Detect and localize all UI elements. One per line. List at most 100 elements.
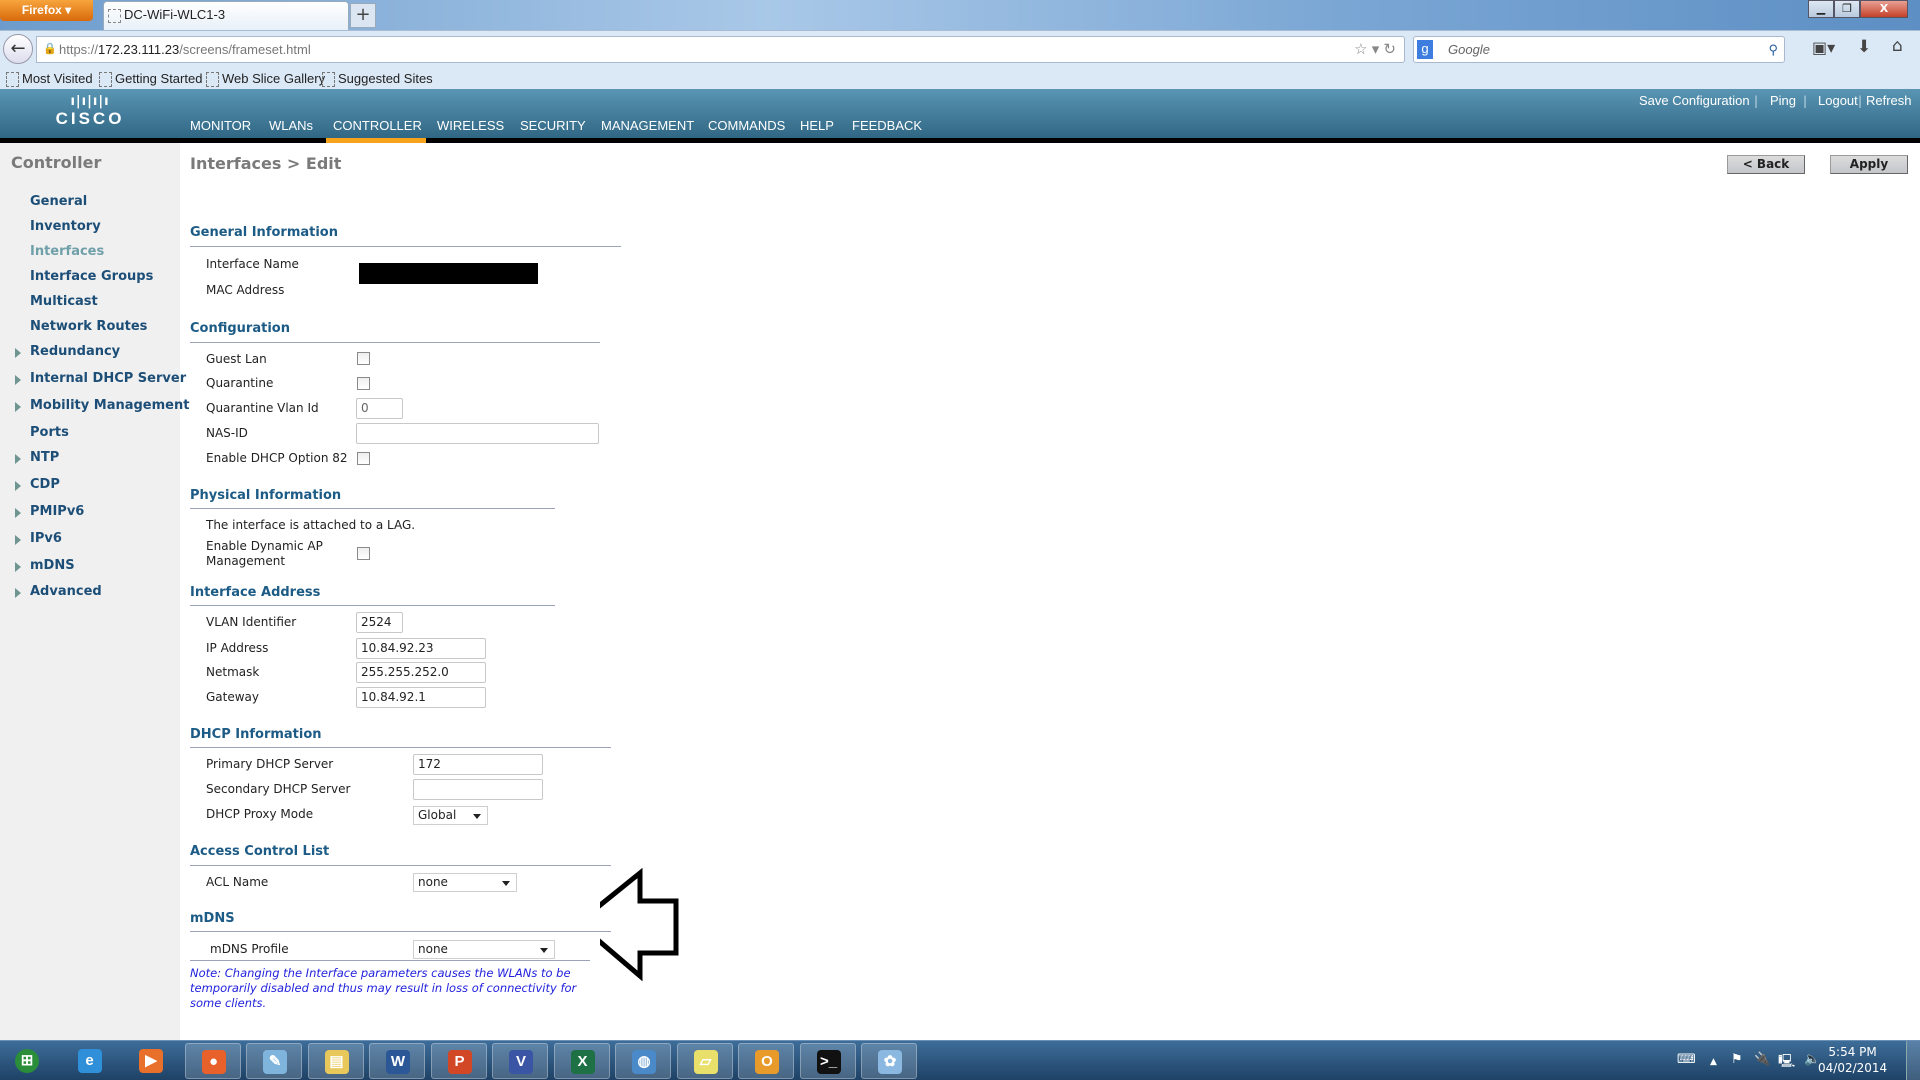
menu-commands[interactable]: COMMANDS xyxy=(708,118,785,133)
sidebar-item-redundancy[interactable]: Redundancy xyxy=(30,344,120,359)
dhcp-proxy-mode-select[interactable]: Global xyxy=(413,806,488,825)
taskbar-media-player-button[interactable]: ▶ xyxy=(123,1043,179,1079)
taskbar-network-button[interactable]: ◍ xyxy=(615,1043,671,1079)
netmask-input[interactable]: 255.255.252.0 xyxy=(356,662,486,683)
menu-controller[interactable]: CONTROLLER xyxy=(333,118,422,133)
show-hidden-icons[interactable]: ▲ xyxy=(1710,1057,1717,1067)
taskbar-visio-button[interactable]: V xyxy=(492,1043,548,1079)
quarantine-vlan-id-input[interactable]: 0 xyxy=(356,398,403,419)
taskbar-paint-button[interactable]: ✿ xyxy=(861,1043,917,1079)
expand-triangle-icon[interactable] xyxy=(15,535,21,545)
taskbar-excel-button[interactable]: X xyxy=(553,1043,610,1079)
expand-triangle-icon[interactable] xyxy=(15,454,21,464)
expand-triangle-icon[interactable] xyxy=(15,588,21,598)
expand-triangle-icon[interactable] xyxy=(15,481,21,491)
sidebar-item-mobility-management[interactable]: Mobility Management xyxy=(30,398,189,413)
taskbar-firefox-button[interactable]: ● xyxy=(184,1043,241,1079)
menu-security[interactable]: SECURITY xyxy=(520,118,586,133)
quarantine-checkbox[interactable] xyxy=(357,377,370,390)
url-prefix: https:// xyxy=(59,42,99,57)
taskbar-file-explorer-button[interactable]: ▤ xyxy=(307,1043,364,1079)
search-icon[interactable]: ⚲ xyxy=(1768,37,1778,62)
back-button[interactable]: < Back xyxy=(1727,155,1805,174)
save-configuration-link[interactable]: Save Configuration xyxy=(1639,93,1750,108)
taskbar-notepad-button[interactable]: ✎ xyxy=(246,1043,302,1079)
system-clock[interactable]: 5:54 PM 04/02/2014 xyxy=(1818,1044,1887,1076)
sidebar-item-network-routes[interactable]: Network Routes xyxy=(30,319,147,334)
sticky-notes-icon: ▱ xyxy=(693,1050,718,1074)
dynamic-ap-checkbox[interactable] xyxy=(357,547,370,560)
taskbar-start-button[interactable]: ⊞ xyxy=(5,1043,49,1079)
page-title: Interfaces > Edit xyxy=(190,154,342,173)
sidebar-item-interface-groups[interactable]: Interface Groups xyxy=(30,269,153,284)
guest-lan-checkbox[interactable] xyxy=(357,352,370,365)
sidebar-item-ntp[interactable]: NTP xyxy=(30,450,59,465)
minimize-button[interactable]: ▁ xyxy=(1808,0,1834,18)
taskbar-powerpoint-button[interactable]: P xyxy=(430,1043,487,1079)
dhcp-option-82-checkbox[interactable] xyxy=(357,452,370,465)
taskbar-sticky-notes-button[interactable]: ▱ xyxy=(676,1043,733,1079)
nas-id-input[interactable] xyxy=(356,423,599,444)
sidebar-item-interfaces[interactable]: Interfaces xyxy=(30,244,104,259)
action-center-flag-icon[interactable]: ⚑ xyxy=(1731,1052,1743,1067)
menu-help[interactable]: HELP xyxy=(800,118,834,133)
search-input[interactable]: g Google ⚲ xyxy=(1413,36,1785,63)
ping-link[interactable]: Ping xyxy=(1770,93,1796,108)
expand-triangle-icon[interactable] xyxy=(15,562,21,572)
primary-dhcp-input[interactable]: 172 xyxy=(413,754,543,775)
sidebar-item-general[interactable]: General xyxy=(30,194,87,209)
home-icon[interactable]: ⌂ xyxy=(1892,36,1903,56)
sidebar-item-pmipv6[interactable]: PMIPv6 xyxy=(30,504,84,519)
mdns-profile-select[interactable]: none xyxy=(413,940,555,959)
back-arrow-icon[interactable]: ← xyxy=(3,34,33,64)
cisco-logo: ı|ı|ı|ı CISCO xyxy=(55,94,125,129)
ip-address-input[interactable]: 10.84.92.23 xyxy=(356,638,486,659)
menu-wlans[interactable]: WLANs xyxy=(269,118,313,133)
expand-triangle-icon[interactable] xyxy=(15,402,21,412)
close-button[interactable]: X xyxy=(1860,0,1908,18)
menu-monitor[interactable]: MONITOR xyxy=(190,118,251,133)
bookmark-most-visited[interactable]: Most Visited xyxy=(4,70,93,87)
taskbar-command-prompt-button[interactable]: >_ xyxy=(799,1043,856,1079)
restore-button[interactable]: ❐ xyxy=(1834,0,1860,18)
refresh-link[interactable]: Refresh xyxy=(1866,93,1912,108)
vlan-identifier-input[interactable]: 2524 xyxy=(356,612,403,633)
secondary-dhcp-input[interactable] xyxy=(413,779,543,800)
sidebar-item-internal-dhcp-server[interactable]: Internal DHCP Server xyxy=(30,371,186,386)
browser-tab[interactable]: DC-WiFi-WLC1-3 xyxy=(103,1,349,30)
logout-link[interactable]: Logout xyxy=(1818,93,1858,108)
acl-name-select[interactable]: none xyxy=(413,873,517,892)
taskbar-internet-explorer-button[interactable]: e xyxy=(62,1043,118,1079)
power-icon[interactable]: 🔌 xyxy=(1754,1052,1770,1067)
sidebar-item-inventory[interactable]: Inventory xyxy=(30,219,101,234)
network-icon[interactable]: 🖳 xyxy=(1778,1052,1795,1074)
menu-management[interactable]: MANAGEMENT xyxy=(601,118,694,133)
menu-feedback[interactable]: FEEDBACK xyxy=(852,118,922,133)
reload-icon[interactable]: ☆ ▾ ↻ xyxy=(1354,37,1396,62)
show-desktop-button[interactable] xyxy=(1906,1041,1920,1080)
sidebar-item-cdp[interactable]: CDP xyxy=(30,477,60,492)
taskbar-outlook-button[interactable]: O xyxy=(738,1043,794,1079)
bookmark-getting-started[interactable]: Getting Started xyxy=(97,70,202,87)
keyboard-icon[interactable]: ⌨ xyxy=(1677,1052,1696,1067)
taskbar-word-button[interactable]: W xyxy=(369,1043,425,1079)
sidebar-item-ports[interactable]: Ports xyxy=(30,425,69,440)
gateway-input[interactable]: 10.84.92.1 xyxy=(356,687,486,708)
expand-triangle-icon[interactable] xyxy=(15,508,21,518)
new-tab-button[interactable]: + xyxy=(350,3,376,28)
download-icon[interactable]: ⬇ xyxy=(1857,37,1871,57)
url-bar[interactable]: 🔒 https://172.23.111.23/screens/frameset… xyxy=(36,36,1405,63)
expand-triangle-icon[interactable] xyxy=(15,348,21,358)
sidebar-item-multicast[interactable]: Multicast xyxy=(30,294,98,309)
expand-triangle-icon[interactable] xyxy=(15,375,21,385)
menu-wireless[interactable]: WIRELESS xyxy=(437,118,504,133)
bookmark-suggested-sites[interactable]: Suggested Sites xyxy=(320,70,433,87)
sidebar-item-advanced[interactable]: Advanced xyxy=(30,584,102,599)
bookmark-web-slice-gallery[interactable]: Web Slice Gallery xyxy=(204,70,325,87)
google-icon[interactable]: g xyxy=(1417,40,1433,59)
sidebar-item-mdns[interactable]: mDNS xyxy=(30,558,75,573)
sidebar-item-ipv6[interactable]: IPv6 xyxy=(30,531,62,546)
apply-button[interactable]: Apply xyxy=(1830,155,1908,174)
firefox-menu-button[interactable]: Firefox ▾ xyxy=(0,0,93,21)
bookmarks-icon[interactable]: ▣▾ xyxy=(1812,38,1835,57)
